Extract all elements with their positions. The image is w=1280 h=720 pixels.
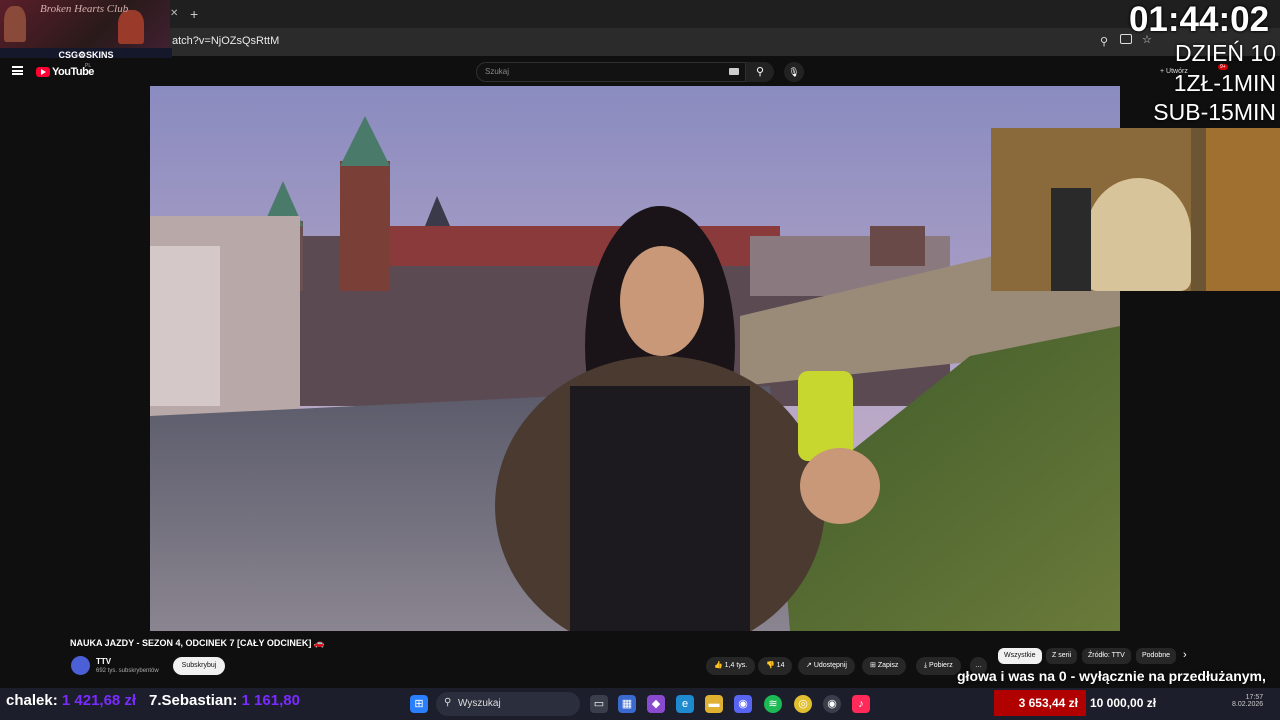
dislike-count: 14 <box>776 662 785 669</box>
clock-time: 17:57 <box>1245 694 1264 701</box>
banner-figure-right <box>118 10 144 44</box>
download-label: Pobierz <box>929 662 953 669</box>
share-button[interactable]: ↗ Udostępnij <box>798 657 855 675</box>
widgets-icon[interactable]: ▦ <box>618 695 636 713</box>
chip-source[interactable]: Źródło: TTV <box>1082 648 1131 664</box>
edge-icon[interactable]: e <box>676 695 694 713</box>
close-tab-icon[interactable]: ✕ <box>170 8 178 19</box>
spotify-icon[interactable]: ≋ <box>764 695 782 713</box>
chip-all[interactable]: Wszystkie <box>998 648 1042 664</box>
taskbar-search-icon: ⚲ <box>444 697 452 708</box>
like-button[interactable]: 👍 1,4 tys. <box>706 657 756 675</box>
search-input[interactable]: Szukaj <box>485 67 509 76</box>
task-view-icon[interactable]: ▭ <box>590 695 608 713</box>
like-count: 1,4 tys. <box>724 662 748 669</box>
ticker-entry-1: chalek: 1 421,68 zł <box>6 692 136 709</box>
download-button[interactable]: ⤓ Pobierz <box>916 657 961 675</box>
file-explorer-icon[interactable]: ▬ <box>705 695 723 713</box>
banner-figure-left <box>4 6 26 42</box>
url-text[interactable]: atch?v=NjOZsQsRttM <box>172 35 279 47</box>
copilot-icon[interactable]: ◆ <box>647 695 665 713</box>
channel-name[interactable]: TTV <box>96 657 111 666</box>
chevron-right-icon[interactable]: › <box>1183 649 1187 661</box>
dislike-button[interactable]: 👎 14 <box>758 657 793 675</box>
chip-related[interactable]: Podobne <box>1136 648 1177 664</box>
menu-icon[interactable] <box>12 66 23 75</box>
channel-subscribers: 692 tys. subskrybentów <box>96 668 159 674</box>
streamer-webcam <box>991 128 1280 291</box>
day-counter: DZIEŃ 10 <box>1175 40 1276 66</box>
youtube-logo-icon[interactable] <box>36 67 50 77</box>
video-frame <box>150 86 1120 631</box>
chrome-icon[interactable]: ◎ <box>794 695 812 713</box>
video-player[interactable] <box>150 86 1120 631</box>
obs-icon[interactable]: ◉ <box>823 695 841 713</box>
zoom-icon[interactable]: ⚲ <box>1100 35 1108 48</box>
channel-avatar[interactable] <box>71 656 90 675</box>
keyboard-icon[interactable] <box>729 68 739 75</box>
taskbar-search[interactable]: Wyszukaj <box>436 692 580 716</box>
taskbar-clock: 17:57 8.02.2026 <box>1232 694 1263 708</box>
webcam-person <box>1086 178 1191 291</box>
youtube-region: PL <box>85 63 92 69</box>
search-icon[interactable]: ⚲ <box>746 62 774 82</box>
stream-timer: 01:44:02 <box>1128 0 1270 39</box>
microphone-icon[interactable]: 🎙 <box>784 62 804 82</box>
save-label: Zapisz <box>877 662 899 669</box>
banner-title: Broken Hearts Club <box>40 3 129 15</box>
clock-date: 8.02.2026 <box>1232 701 1264 708</box>
rate-per-sub: SUB-15MIN <box>1153 99 1276 125</box>
ticker-value-2: 1 161,80 <box>241 692 300 709</box>
donation-goal: 10 000,00 zł <box>1090 696 1157 710</box>
webcam-chair <box>1051 188 1091 291</box>
ticker-name-2: 7.Sebastian: <box>149 692 238 709</box>
share-label: Udostępnij <box>813 662 847 669</box>
windows-start-icon[interactable]: ⊞ <box>410 695 428 713</box>
chat-message: głowa i was na 0 - wyłącznie na przedłuż… <box>957 668 1266 684</box>
webcam-door <box>1206 128 1280 291</box>
video-title: NAUKA JAZDY - SEZON 4, ODCINEK 7 [CAŁY O… <box>70 638 326 648</box>
new-tab-button[interactable]: + <box>190 6 198 22</box>
ticker-entry-2: 7.Sebastian: 1 161,80 <box>149 692 300 709</box>
ticker-value-1: 1 421,68 zł <box>61 692 137 709</box>
save-button[interactable]: ⊞ Zapisz <box>862 657 907 675</box>
tiktok-icon[interactable]: ♪ <box>852 695 870 713</box>
discord-icon[interactable]: ◉ <box>734 695 752 713</box>
donation-current: 3 653,44 zł <box>994 690 1086 716</box>
chip-series[interactable]: Z serii <box>1046 648 1078 664</box>
rate-per-zloty: 1ZŁ-1MIN <box>1173 70 1276 96</box>
ticker-name-1: chalek: <box>6 692 58 709</box>
subscribe-button[interactable]: Subskrybuj <box>173 657 225 675</box>
search-box[interactable] <box>476 62 746 82</box>
